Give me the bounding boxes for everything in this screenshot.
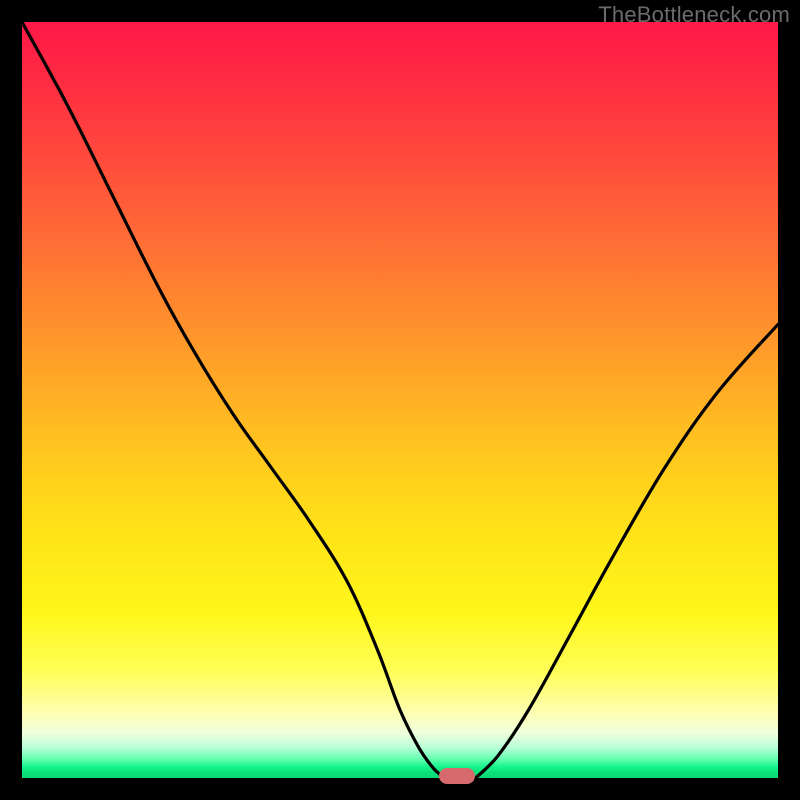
- target-marker: [439, 768, 475, 784]
- chart-stage: TheBottleneck.com: [0, 0, 800, 800]
- curve-path: [22, 22, 778, 778]
- bottleneck-curve: [22, 22, 778, 778]
- chart-plot-area: [22, 22, 778, 778]
